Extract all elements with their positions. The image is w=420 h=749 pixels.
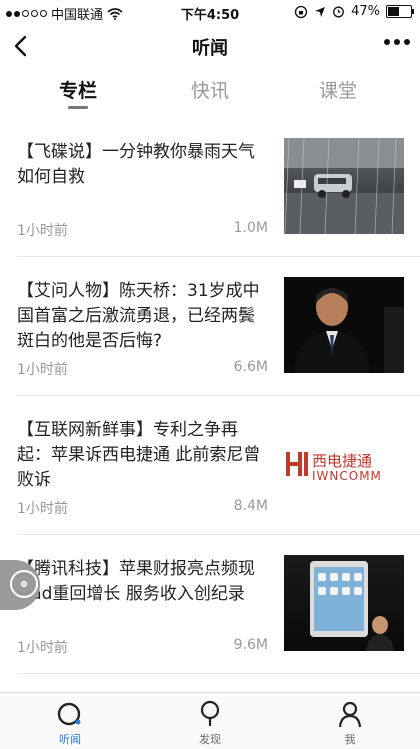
tab-label: 听闻 — [59, 733, 81, 746]
tab-label: 发现 — [199, 733, 221, 746]
alarm-icon — [333, 6, 345, 18]
rotation-lock-icon — [294, 5, 308, 18]
battery-percent: 47% — [351, 4, 380, 19]
article-size: 8.4M — [233, 498, 268, 514]
tab-bar-top: 专栏 快讯 课堂 — [0, 70, 420, 114]
tab-label: 我 — [344, 733, 356, 746]
tab-profile[interactable]: 我 — [280, 699, 420, 747]
tab-listen[interactable]: 听闻 — [0, 699, 140, 747]
article-list: 【飞碟说】一分钟教你暴雨天气如何自救 1小时前 1.0M 【艾问人物】陈天桥：3… — [0, 118, 420, 674]
disc-icon — [10, 570, 38, 598]
bottom-tab-bar: 听闻 发现 我 — [0, 692, 420, 749]
list-item[interactable]: 【互联网新鲜事】专利之争再起：苹果诉西电捷通 此前索尼曾败诉 1小时前 8.4M… — [0, 396, 420, 535]
logo-english-text: IWNCOMM — [312, 469, 382, 483]
page-title: 听闻 — [192, 38, 228, 59]
listen-icon — [57, 702, 81, 726]
nav-bar: 听闻 — [0, 24, 420, 70]
article-thumbnail — [284, 138, 404, 234]
article-title: 【腾讯科技】苹果财报亮点频现 iPad重回增长 服务收入创纪录 — [17, 559, 255, 604]
article-time: 1小时前 — [17, 640, 68, 656]
list-item[interactable]: 【飞碟说】一分钟教你暴雨天气如何自救 1小时前 1.0M — [0, 118, 420, 257]
article-thumbnail — [284, 277, 404, 373]
article-size: 6.6M — [233, 359, 268, 375]
logo-chinese-text: 西电捷通 — [312, 452, 372, 470]
article-time: 1小时前 — [17, 501, 68, 517]
article-title: 【飞碟说】一分钟教你暴雨天气如何自救 — [17, 142, 255, 187]
tab-discover[interactable]: 发现 — [140, 699, 280, 747]
article-title: 【艾问人物】陈天桥：31岁成中国首富之后激流勇退，已经两鬓斑白的他是否后悔? — [17, 281, 260, 351]
article-size: 1.0M — [233, 220, 268, 236]
tab-column[interactable]: 专栏 — [8, 76, 148, 103]
active-tab-indicator — [68, 106, 88, 109]
tab-news-flash[interactable]: 快讯 — [140, 76, 280, 103]
status-bar: 中国联通 下午4:50 47% — [0, 0, 420, 24]
article-thumbnail — [284, 555, 404, 651]
location-icon — [315, 6, 326, 17]
article-time: 1小时前 — [17, 223, 68, 239]
article-size: 9.6M — [233, 637, 268, 653]
tab-classroom[interactable]: 课堂 — [268, 76, 408, 103]
discover-icon — [200, 700, 220, 726]
iwncomm-logo: 西电捷通 IWNCOMM — [284, 416, 404, 512]
battery-icon — [386, 5, 414, 18]
more-options-icon[interactable] — [384, 39, 410, 45]
profile-icon — [338, 701, 362, 728]
status-right: 47% — [294, 4, 414, 19]
article-title: 【互联网新鲜事】专利之争再起：苹果诉西电捷通 此前索尼曾败诉 — [17, 420, 261, 490]
list-item[interactable]: 【腾讯科技】苹果财报亮点频现 iPad重回增长 服务收入创纪录 1小时前 9.6… — [0, 535, 420, 674]
list-item[interactable]: 【艾问人物】陈天桥：31岁成中国首富之后激流勇退，已经两鬓斑白的他是否后悔? 1… — [0, 257, 420, 396]
article-time: 1小时前 — [17, 362, 68, 378]
